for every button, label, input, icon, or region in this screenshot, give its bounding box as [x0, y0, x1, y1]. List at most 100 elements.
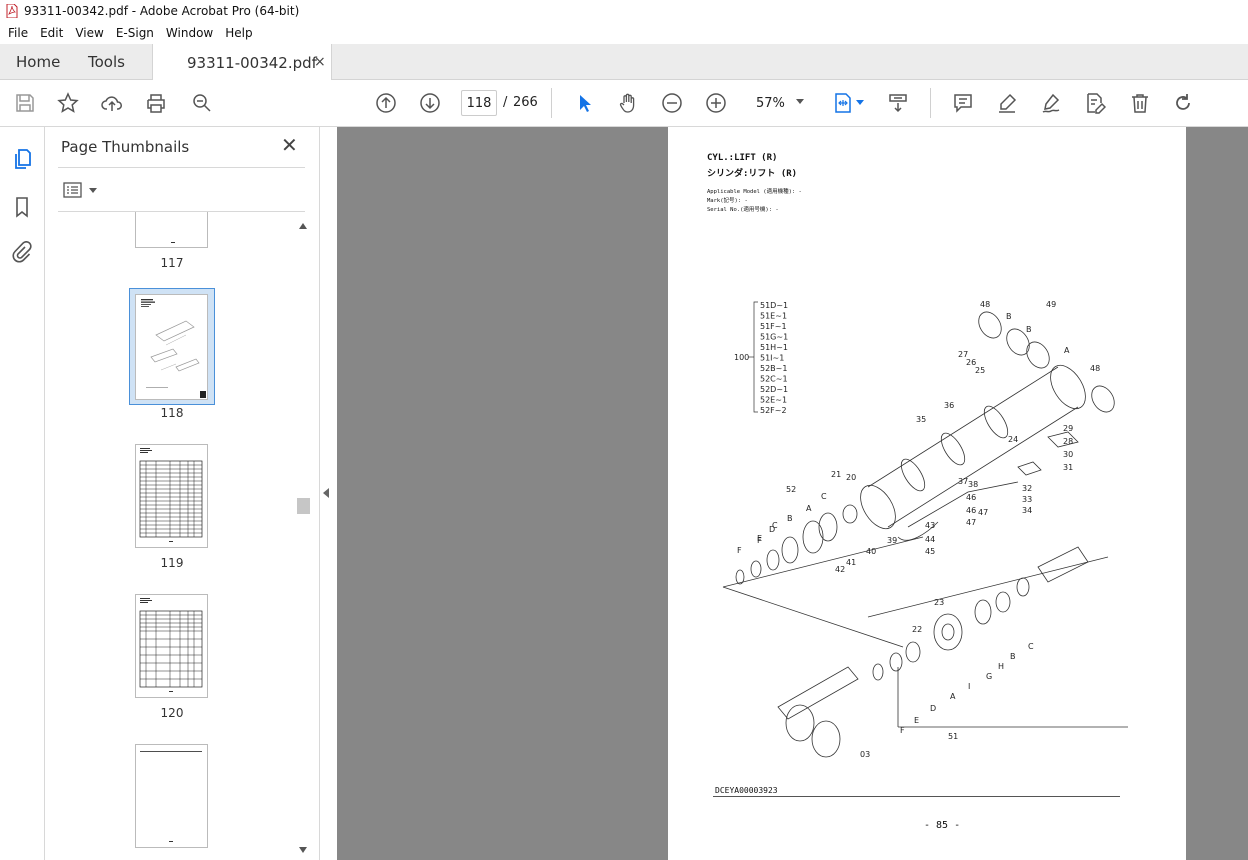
draw-sign-icon[interactable]: [1039, 91, 1063, 115]
page-number-input[interactable]: 118: [461, 90, 497, 116]
callout: 30: [1063, 450, 1073, 459]
print-icon[interactable]: [144, 91, 168, 115]
options-chevron-down-icon: [89, 187, 97, 193]
group-item: 51F~1: [760, 322, 787, 331]
menu-view[interactable]: View: [69, 26, 109, 40]
callout: B: [1006, 312, 1012, 321]
thumbnail-119-preview: [139, 448, 203, 542]
rotate-redo-icon[interactable]: [1171, 91, 1195, 115]
callout: 21: [831, 470, 841, 479]
callout: D: [769, 525, 775, 534]
menu-help[interactable]: Help: [219, 26, 258, 40]
fit-page-icon[interactable]: [831, 91, 855, 115]
callout: 03: [860, 750, 870, 759]
bookmarks-icon[interactable]: [10, 195, 34, 219]
highlight-pen-icon[interactable]: [995, 91, 1019, 115]
callout: C: [1028, 642, 1034, 651]
tab-tools[interactable]: Tools: [88, 44, 125, 80]
callout: 29: [1063, 424, 1073, 433]
part-callouts: 48 49 B B A 48 27 26 25 36 35 29 28 30 3…: [737, 300, 1100, 759]
group-item: 52F~2: [760, 406, 787, 415]
toolbar-divider: [551, 88, 552, 118]
upload-cloud-icon[interactable]: [100, 91, 124, 115]
callout: 45: [925, 547, 935, 556]
cylinder-head-rod-drawing: [777, 546, 1128, 758]
callout: 49: [1046, 300, 1056, 309]
panel-close-icon[interactable]: ✕: [281, 135, 298, 155]
callout: F: [737, 546, 742, 555]
thumbnail-page-118[interactable]: [135, 294, 208, 400]
callout: 43: [925, 521, 935, 530]
callout: 28: [1063, 437, 1073, 446]
hand-tool-icon[interactable]: [616, 91, 640, 115]
tab-close-icon[interactable]: ×: [314, 44, 326, 80]
callout: E: [757, 534, 762, 543]
next-page-icon[interactable]: [418, 91, 442, 115]
menu-esign[interactable]: E-Sign: [110, 26, 160, 40]
toolbar-divider: [930, 88, 931, 118]
callout: A: [1064, 346, 1070, 355]
select-cursor-icon[interactable]: [573, 91, 597, 115]
zoom-in-icon[interactable]: [704, 91, 728, 115]
comment-icon[interactable]: [951, 91, 975, 115]
fit-page-chevron-down-icon[interactable]: [856, 100, 864, 105]
menu-file[interactable]: File: [2, 26, 34, 40]
callout: I: [968, 682, 970, 691]
thumbnail-scrollbar[interactable]: [295, 220, 312, 858]
tab-home[interactable]: Home: [16, 44, 60, 80]
scroll-up-icon[interactable]: [299, 223, 307, 229]
panel-divider: [58, 167, 305, 168]
delete-trash-icon[interactable]: [1128, 91, 1152, 115]
zoom-level-select[interactable]: 57%: [748, 90, 808, 116]
scrolling-mode-icon[interactable]: [886, 91, 910, 115]
callout: D: [930, 704, 936, 713]
menu-window[interactable]: Window: [160, 26, 219, 40]
zoom-search-icon[interactable]: [190, 91, 214, 115]
thumbnail-120-preview: [139, 598, 203, 692]
tab-document[interactable]: 93311-00342.pdf: [152, 44, 332, 81]
page-thumbnails-icon[interactable]: [10, 147, 34, 171]
document-viewer[interactable]: CYL.:LIFT (R) シリンダ:リフト (R) Applicable Mo…: [337, 127, 1248, 860]
previous-page-icon[interactable]: [374, 91, 398, 115]
callout: F: [900, 726, 905, 735]
callout: 52: [786, 485, 796, 494]
save-icon[interactable]: [13, 91, 37, 115]
star-bookmark-icon[interactable]: [56, 91, 80, 115]
mark: Mark(記号): -: [707, 198, 748, 204]
menu-bar: File Edit View E-Sign Window Help: [0, 22, 1248, 44]
zoom-out-icon[interactable]: [660, 91, 684, 115]
group-items: 51D~1 51E~1 51F~1 51G~1 51H~1 51I~1 52B~…: [760, 301, 788, 415]
menu-edit[interactable]: Edit: [34, 26, 69, 40]
title-bar: 93311-00342.pdf - Adobe Acrobat Pro (64-…: [0, 0, 1248, 22]
toolbar: [0, 80, 1248, 127]
seal-rings-drawing: [722, 504, 924, 648]
scroll-down-icon[interactable]: [299, 847, 307, 853]
callout: 39: [887, 536, 897, 545]
edit-pdf-icon[interactable]: [1083, 91, 1107, 115]
collapse-panel-icon[interactable]: [323, 488, 329, 498]
group-item: 52C~1: [760, 375, 788, 384]
thumbnail-page-120[interactable]: [135, 594, 208, 698]
serial-number: Serial No.(適用号機): -: [707, 207, 779, 213]
thumbnail-options-button[interactable]: [63, 182, 99, 198]
callout: 38: [968, 480, 978, 489]
callout: 23: [934, 598, 944, 607]
attachments-paperclip-icon[interactable]: [10, 240, 34, 264]
thumbnail-page-117[interactable]: [135, 212, 208, 248]
page-heading-jp: シリンダ:リフト (R): [707, 169, 798, 179]
thumbnail-118-preview: [141, 299, 206, 398]
thumbnail-label: 117: [160, 256, 184, 270]
callout: 37: [958, 477, 968, 486]
callout: 24: [1008, 435, 1018, 444]
thumbnail-label: 119: [160, 556, 184, 570]
page-separator: /: [503, 95, 508, 110]
page-total: 266: [513, 95, 538, 110]
thumbnail-page-next[interactable]: [135, 744, 208, 848]
group-item: 52B~1: [760, 364, 787, 373]
callout: 46: [966, 506, 976, 515]
thumbnail-page-119[interactable]: [135, 444, 208, 548]
scrollbar-thumb[interactable]: [297, 498, 310, 514]
callout: 25: [975, 366, 985, 375]
group-item: 51E~1: [760, 312, 787, 321]
callout: A: [806, 504, 812, 513]
